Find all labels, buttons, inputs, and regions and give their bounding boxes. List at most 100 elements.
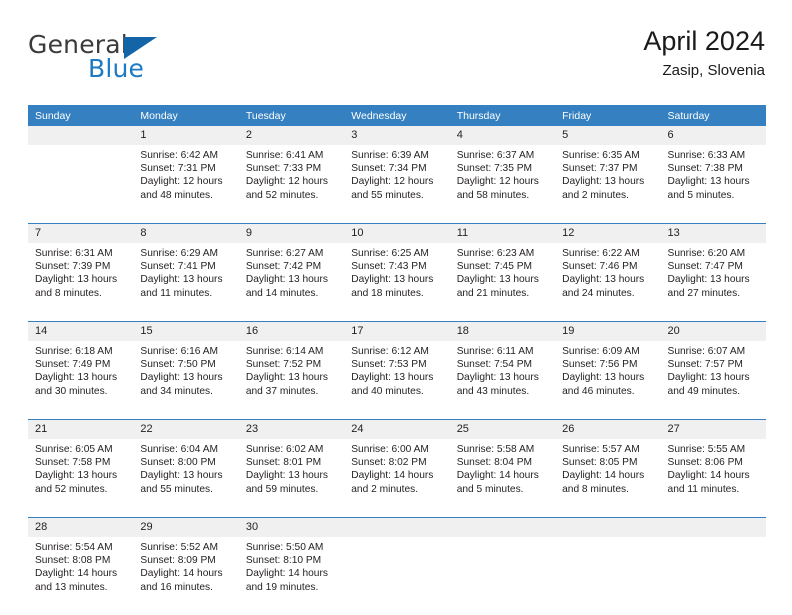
day-number[interactable]: 11 (449, 224, 556, 243)
day-number[interactable]: 8 (133, 224, 239, 243)
day-cell[interactable]: Sunrise: 6:41 AM Sunset: 7:33 PM Dayligh… (238, 145, 345, 224)
day-number[interactable] (449, 518, 556, 537)
day-number[interactable]: 25 (449, 420, 556, 439)
day-cell[interactable]: Sunrise: 6:35 AM Sunset: 7:37 PM Dayligh… (555, 145, 661, 224)
day-number[interactable]: 19 (555, 322, 661, 341)
day-cell[interactable]: Sunrise: 6:37 AM Sunset: 7:35 PM Dayligh… (449, 145, 556, 224)
sunrise-text: Sunrise: 6:02 AM (245, 444, 324, 455)
daylight-text-line1: Daylight: 13 hours (456, 274, 539, 286)
day-cell[interactable]: Sunrise: 6:04 AM Sunset: 8:00 PM Dayligh… (133, 439, 239, 518)
day-cell[interactable] (344, 537, 450, 615)
day-number[interactable] (555, 518, 661, 537)
sunrise-text: Sunrise: 6:12 AM (351, 346, 429, 357)
day-cell[interactable]: Sunrise: 6:22 AM Sunset: 7:46 PM Dayligh… (555, 243, 661, 322)
day-cell[interactable] (28, 145, 134, 224)
week-1-daynum-row: 1 2 3 4 5 6 (28, 126, 766, 145)
weekday-header-wednesday: Wednesday (344, 105, 450, 126)
day-cell[interactable]: Sunrise: 6:09 AM Sunset: 7:56 PM Dayligh… (555, 341, 661, 420)
day-cell[interactable]: Sunrise: 6:23 AM Sunset: 7:45 PM Dayligh… (449, 243, 556, 322)
day-number[interactable]: 6 (660, 126, 766, 145)
day-number[interactable]: 12 (555, 224, 661, 243)
day-cell[interactable]: Sunrise: 5:54 AM Sunset: 8:08 PM Dayligh… (28, 537, 134, 615)
day-cell[interactable]: Sunrise: 6:11 AM Sunset: 7:54 PM Dayligh… (449, 341, 556, 420)
day-number[interactable]: 30 (238, 518, 345, 537)
day-cell[interactable]: Sunrise: 5:50 AM Sunset: 8:10 PM Dayligh… (238, 537, 345, 615)
day-cell[interactable]: Sunrise: 6:16 AM Sunset: 7:50 PM Dayligh… (133, 341, 239, 420)
day-number[interactable]: 17 (344, 322, 450, 341)
day-number[interactable]: 13 (660, 224, 766, 243)
daylight-text-line2: and 37 minutes. (245, 385, 319, 397)
day-cell[interactable]: Sunrise: 6:12 AM Sunset: 7:53 PM Dayligh… (344, 341, 450, 420)
daylight-text-line1: Daylight: 13 hours (245, 372, 328, 384)
daylight-text-line1: Daylight: 13 hours (562, 274, 645, 286)
weekday-header-row: Sunday Monday Tuesday Wednesday Thursday… (28, 105, 766, 126)
day-cell[interactable]: Sunrise: 6:18 AM Sunset: 7:49 PM Dayligh… (28, 341, 134, 420)
day-cell[interactable]: Sunrise: 6:14 AM Sunset: 7:52 PM Dayligh… (238, 341, 345, 420)
day-cell[interactable]: Sunrise: 5:57 AM Sunset: 8:05 PM Dayligh… (555, 439, 661, 518)
daylight-text-line2: and 59 minutes. (245, 483, 319, 495)
day-number[interactable]: 20 (660, 322, 766, 341)
daylight-text-line1: Daylight: 12 hours (140, 176, 223, 188)
sunset-text: Sunset: 8:09 PM (140, 555, 216, 567)
sunset-text: Sunset: 8:10 PM (245, 555, 322, 567)
day-number[interactable] (660, 518, 766, 537)
day-cell[interactable]: Sunrise: 6:02 AM Sunset: 8:01 PM Dayligh… (238, 439, 345, 518)
day-number[interactable] (28, 126, 134, 145)
day-cell[interactable]: Sunrise: 6:05 AM Sunset: 7:58 PM Dayligh… (28, 439, 134, 518)
week-1-info-row: Sunrise: 6:42 AM Sunset: 7:31 PM Dayligh… (28, 145, 766, 224)
sunrise-text: Sunrise: 6:29 AM (140, 248, 219, 259)
day-cell[interactable]: Sunrise: 6:39 AM Sunset: 7:34 PM Dayligh… (344, 145, 450, 224)
day-number[interactable]: 9 (238, 224, 345, 243)
sunset-text: Sunset: 7:53 PM (351, 359, 427, 371)
day-number[interactable]: 26 (555, 420, 661, 439)
day-number[interactable]: 2 (238, 126, 345, 145)
day-cell[interactable]: Sunrise: 5:55 AM Sunset: 8:06 PM Dayligh… (660, 439, 766, 518)
day-cell[interactable]: Sunrise: 6:27 AM Sunset: 7:42 PM Dayligh… (238, 243, 345, 322)
day-cell[interactable]: Sunrise: 6:00 AM Sunset: 8:02 PM Dayligh… (344, 439, 450, 518)
day-cell[interactable]: Sunrise: 5:58 AM Sunset: 8:04 PM Dayligh… (449, 439, 556, 518)
general-blue-logo[interactable]: General Blue (28, 32, 248, 94)
day-number[interactable]: 1 (133, 126, 239, 145)
daylight-text-line2: and 5 minutes. (456, 483, 524, 495)
day-cell[interactable]: Sunrise: 5:52 AM Sunset: 8:09 PM Dayligh… (133, 537, 239, 615)
day-cell[interactable]: Sunrise: 6:29 AM Sunset: 7:41 PM Dayligh… (133, 243, 239, 322)
sunrise-text: Sunrise: 6:00 AM (351, 444, 429, 455)
day-cell[interactable] (449, 537, 556, 615)
sunrise-text: Sunrise: 6:04 AM (140, 444, 219, 455)
day-number[interactable]: 24 (344, 420, 450, 439)
day-number[interactable]: 7 (28, 224, 134, 243)
daylight-text-line2: and 5 minutes. (667, 189, 735, 201)
daylight-text-line1: Daylight: 13 hours (35, 274, 118, 286)
sunset-text: Sunset: 8:02 PM (351, 457, 427, 469)
day-number[interactable]: 3 (344, 126, 450, 145)
day-number[interactable]: 29 (133, 518, 239, 537)
day-cell[interactable]: Sunrise: 6:07 AM Sunset: 7:57 PM Dayligh… (660, 341, 766, 420)
day-number[interactable]: 22 (133, 420, 239, 439)
day-cell[interactable] (660, 537, 766, 615)
sunset-text: Sunset: 8:00 PM (140, 457, 216, 469)
daylight-text-line1: Daylight: 14 hours (140, 568, 223, 580)
day-number[interactable]: 28 (28, 518, 134, 537)
day-cell[interactable] (555, 537, 661, 615)
week-5-info-row: Sunrise: 5:54 AM Sunset: 8:08 PM Dayligh… (28, 537, 766, 615)
day-number[interactable]: 18 (449, 322, 556, 341)
logo-word-blue: Blue (88, 54, 145, 83)
day-number[interactable]: 10 (344, 224, 450, 243)
day-number[interactable]: 5 (555, 126, 661, 145)
day-cell[interactable]: Sunrise: 6:25 AM Sunset: 7:43 PM Dayligh… (344, 243, 450, 322)
day-cell[interactable]: Sunrise: 6:42 AM Sunset: 7:31 PM Dayligh… (133, 145, 239, 224)
sunrise-text: Sunrise: 5:57 AM (562, 444, 640, 455)
day-number[interactable]: 16 (238, 322, 345, 341)
sunrise-text: Sunrise: 6:37 AM (456, 150, 535, 161)
day-number[interactable]: 15 (133, 322, 239, 341)
day-number[interactable]: 21 (28, 420, 134, 439)
day-number[interactable]: 14 (28, 322, 134, 341)
day-number[interactable]: 23 (238, 420, 345, 439)
day-cell[interactable]: Sunrise: 6:33 AM Sunset: 7:38 PM Dayligh… (660, 145, 766, 224)
day-number[interactable] (344, 518, 450, 537)
day-cell[interactable]: Sunrise: 6:31 AM Sunset: 7:39 PM Dayligh… (28, 243, 134, 322)
day-number[interactable]: 4 (449, 126, 556, 145)
sunset-text: Sunset: 7:47 PM (667, 261, 743, 273)
day-number[interactable]: 27 (660, 420, 766, 439)
day-cell[interactable]: Sunrise: 6:20 AM Sunset: 7:47 PM Dayligh… (660, 243, 766, 322)
